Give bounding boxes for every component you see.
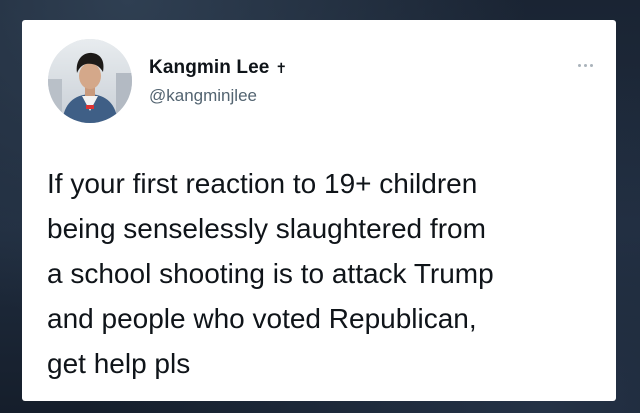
dot <box>583 63 587 67</box>
cross-icon: ✝ <box>275 60 288 76</box>
dot <box>589 63 593 67</box>
more-options-icon[interactable] <box>572 58 598 72</box>
author-name-row: Kangmin Lee ✝ <box>149 57 287 79</box>
author-handle[interactable]: @kangminjlee <box>149 86 257 106</box>
tweet-text: If your first reaction to 19+ children b… <box>47 168 494 379</box>
author-display-name[interactable]: Kangmin Lee <box>149 57 269 79</box>
avatar[interactable] <box>48 39 132 123</box>
dot <box>577 63 581 67</box>
avatar-photo <box>48 39 132 123</box>
tweet-card: Kangmin Lee ✝ @kangminjlee If your first… <box>22 20 616 401</box>
